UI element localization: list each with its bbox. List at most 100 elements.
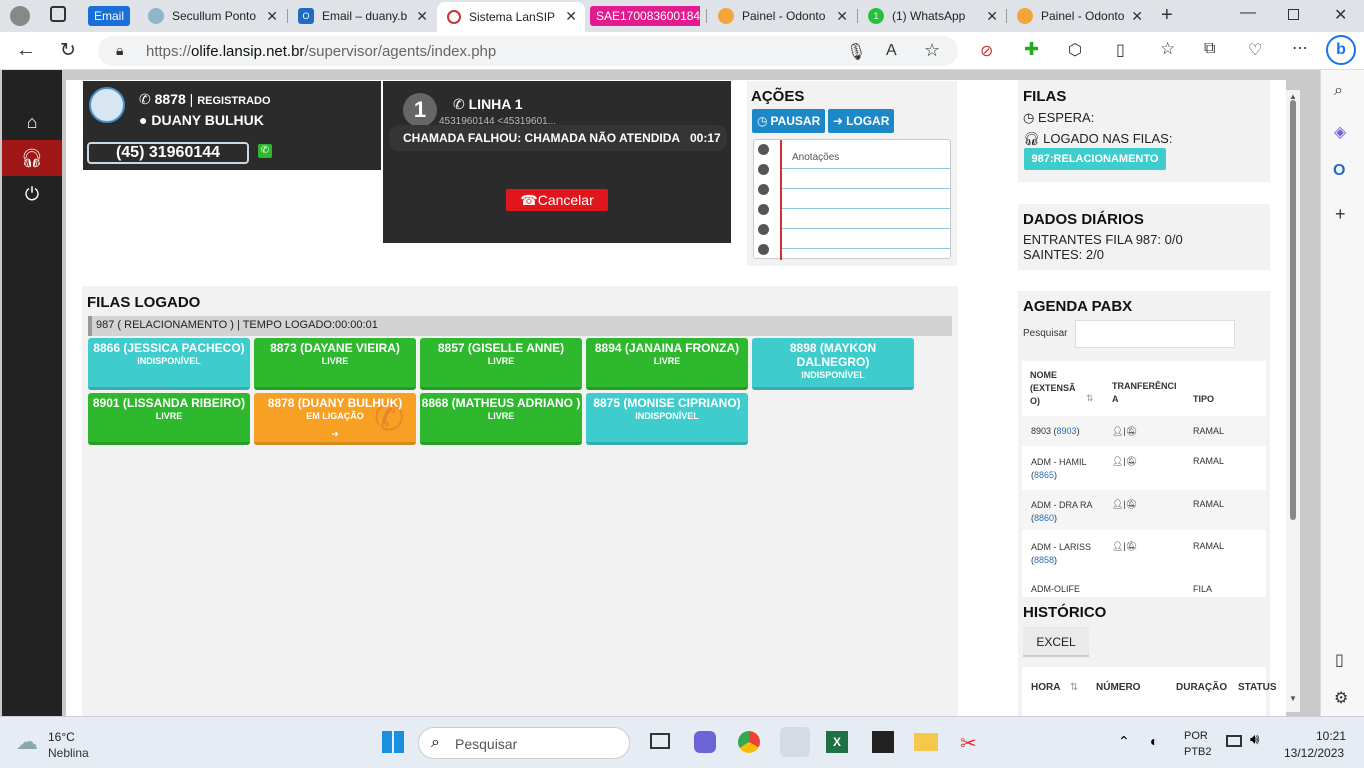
agent-card[interactable]: ✆ 8878 (DUANY BULHUK) EM LIGAÇÃO ➜ — [254, 393, 416, 445]
clock-icon: ◷ — [1023, 110, 1035, 125]
back-icon[interactable]: ← — [16, 39, 36, 62]
read-aloud-icon[interactable]: A — [886, 42, 897, 60]
call-button[interactable]: ✆ — [258, 144, 272, 158]
agent-card[interactable]: 8894 (JANAINA FRONZA) LIVRE — [586, 338, 748, 390]
agent-card[interactable]: 8875 (MONISE CIPRIANO) INDISPONÍVEL — [586, 393, 748, 445]
collections-icon[interactable]: ⧉ — [1204, 40, 1215, 58]
mic-icon[interactable]: 🎙︎ — [846, 42, 866, 62]
more-icon[interactable]: ⋯ — [1292, 38, 1308, 58]
login-button[interactable]: ➜ LOGAR — [828, 109, 895, 133]
sort-icon[interactable]: ⇅ — [1086, 393, 1094, 404]
notes-pad[interactable]: Anotações — [753, 139, 951, 260]
teams-icon[interactable] — [694, 731, 716, 753]
transfer-icons[interactable]: 👤︎|🔕︎ — [1112, 426, 1137, 437]
col-numero[interactable]: NÚMERO — [1096, 682, 1140, 693]
transfer-icons[interactable]: 👤︎|🔕︎ — [1112, 456, 1137, 467]
restore-icon[interactable] — [1288, 9, 1299, 20]
bing-icon[interactable]: b — [1326, 35, 1356, 65]
cancel-button[interactable]: ☎Cancelar — [506, 189, 608, 211]
col-name-header[interactable]: NOME (EXTENSÃ O) — [1030, 369, 1078, 408]
excel-icon[interactable]: X — [826, 731, 848, 753]
copilot-icon[interactable]: ◈ — [1334, 122, 1346, 142]
tab-actions-icon[interactable] — [50, 6, 66, 22]
transfer-icons[interactable]: 👤︎|🔕︎ — [1112, 541, 1137, 552]
agent-card[interactable]: 8873 (DAYANE VIEIRA) LIVRE — [254, 338, 416, 390]
extension-plus-icon[interactable]: ✚ — [1024, 39, 1039, 60]
tab-email[interactable]: Email — [84, 2, 132, 30]
close-icon[interactable]: ✕ — [266, 8, 278, 25]
tab-outlook[interactable]: O Email – duany.b ✕ — [288, 2, 436, 30]
close-icon[interactable]: ✕ — [986, 8, 998, 25]
favorite-icon[interactable]: ☆ — [924, 40, 940, 61]
col-duracao[interactable]: DURAÇÃO — [1176, 682, 1227, 693]
phone-number-field[interactable]: (45) 31960144 — [87, 142, 249, 164]
taskbar-search[interactable]: ⌕ Pesquisar — [418, 727, 630, 759]
display-icon[interactable] — [1226, 735, 1242, 747]
extensions-icon[interactable]: ⬡ — [1068, 40, 1082, 60]
split-screen-icon[interactable]: ▯ — [1116, 40, 1125, 60]
add-icon[interactable]: + — [1335, 204, 1346, 225]
col-type-header[interactable]: TIPO — [1193, 394, 1214, 404]
minimize-icon[interactable]: — — [1240, 4, 1256, 22]
pause-button[interactable]: ◷ PAUSAR — [752, 109, 826, 133]
snipping-icon[interactable]: ✂ — [960, 731, 977, 756]
col-status[interactable]: STATUS — [1238, 682, 1277, 693]
edge-icon[interactable] — [780, 727, 810, 757]
settings-icon[interactable]: ⚙ — [1334, 688, 1348, 708]
new-tab-icon[interactable]: + — [1161, 4, 1173, 27]
col-hora[interactable]: HORA — [1031, 682, 1060, 693]
windows-start-icon[interactable] — [382, 731, 404, 753]
tab-odonto-2[interactable]: Painel - Odonto ✕ — [1007, 2, 1151, 30]
headset-icon[interactable]: 🎧︎ — [2, 140, 62, 176]
close-icon[interactable]: ✕ — [565, 8, 577, 25]
file-explorer-icon[interactable] — [914, 733, 938, 751]
tab-sae[interactable]: SAE170083600184 — [588, 2, 700, 30]
clock-date[interactable]: 13/12/2023 — [1284, 746, 1344, 760]
agent-card[interactable]: 8901 (LISSANDA RIBEIRO) LIVRE — [88, 393, 250, 445]
profile-icon[interactable] — [10, 6, 30, 26]
agenda-search-input[interactable] — [1075, 320, 1235, 348]
tab-lansip[interactable]: Sistema LanSIP ✕ — [437, 2, 585, 32]
close-window-icon[interactable]: ✕ — [1334, 5, 1347, 25]
task-view-icon[interactable] — [650, 733, 670, 749]
col-transfer-header[interactable]: TRANFERÊNCI A — [1112, 380, 1178, 406]
page-scrollbar[interactable]: ▲ ▼ — [1286, 90, 1300, 712]
language-1[interactable]: POR — [1184, 730, 1208, 742]
close-icon[interactable]: ✕ — [1131, 8, 1143, 25]
close-icon[interactable]: ✕ — [416, 8, 428, 25]
agent-name: 8857 (GISELLE ANNE) — [437, 341, 565, 355]
transfer-icon[interactable]: ➜ — [254, 429, 416, 440]
agent-card[interactable]: 8898 (MAYKON DALNEGRO) INDISPONÍVEL — [752, 338, 914, 390]
close-icon[interactable]: ✕ — [836, 8, 848, 25]
clock-time[interactable]: 10:21 — [1316, 729, 1346, 743]
tab-whatsapp[interactable]: 1 (1) WhatsApp ✕ — [858, 2, 1006, 30]
scroll-thumb[interactable] — [1290, 100, 1296, 520]
agent-status: INDISPONÍVEL — [635, 411, 699, 421]
tracking-icon[interactable]: ⊘ — [980, 41, 993, 61]
reload-icon[interactable]: ↻ — [60, 39, 76, 62]
search-icon[interactable]: ⌕ — [1334, 82, 1343, 100]
transfer-icons[interactable]: 👤︎|🔕︎ — [1112, 499, 1137, 510]
tab-secullum[interactable]: Secullum Ponto ✕ — [138, 2, 286, 30]
excel-button[interactable]: EXCEL — [1023, 627, 1089, 657]
logged-info: 987 ( RELACIONAMENTO ) | TEMPO LOGADO:00… — [88, 316, 952, 336]
favorites-icon[interactable]: ☆ — [1160, 39, 1175, 59]
volume-icon[interactable]: 🔊︎ — [1250, 731, 1259, 748]
outlook-icon[interactable]: O — [1333, 162, 1345, 180]
home-icon[interactable]: ⌂ — [2, 104, 62, 140]
chrome-icon[interactable] — [738, 731, 760, 753]
language-2[interactable]: PTB2 — [1184, 746, 1212, 758]
notes-app-icon[interactable] — [872, 731, 894, 753]
agent-card[interactable]: 8857 (GISELLE ANNE) LIVRE — [420, 338, 582, 390]
tray-chevron-icon[interactable]: ⌃ — [1118, 733, 1130, 750]
power-icon[interactable]: ⏻ — [2, 176, 62, 212]
network-icon[interactable]: ◐ — [1150, 733, 1158, 749]
sort-icon[interactable]: ⇅ — [1070, 682, 1078, 693]
tab-odonto-1[interactable]: Painel - Odonto ✕ — [708, 2, 856, 30]
scroll-down-icon[interactable]: ▼ — [1289, 694, 1297, 703]
agent-card[interactable]: 8866 (JESSICA PACHECO) INDISPONÍVEL — [88, 338, 250, 390]
sidebar-toggle-icon[interactable]: ▯ — [1335, 650, 1344, 670]
url-field[interactable]: 🔒︎ https://olife.lansip.net.br/superviso… — [98, 36, 958, 66]
performance-icon[interactable]: ♡ — [1248, 40, 1262, 60]
agent-card[interactable]: 8868 (MATHEUS ADRIANO ) LIVRE — [420, 393, 582, 445]
